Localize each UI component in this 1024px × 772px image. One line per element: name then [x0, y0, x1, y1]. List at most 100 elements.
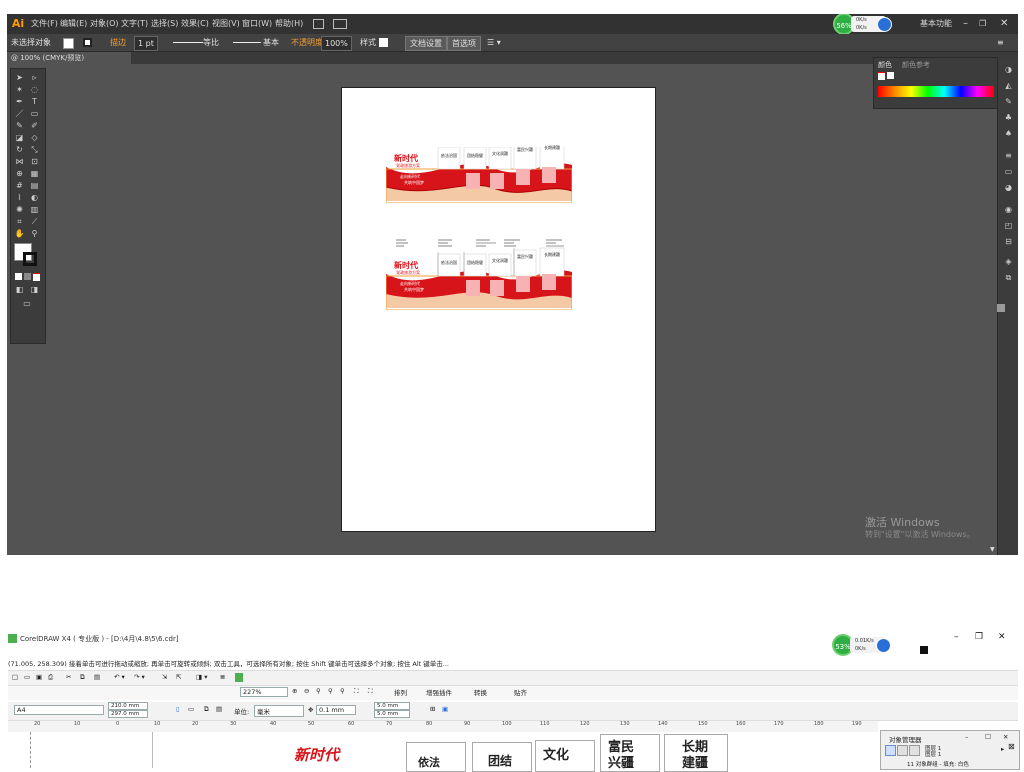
paste-icon[interactable]: ▤ [94, 673, 100, 681]
zoom-height-icon[interactable]: ⛶ [368, 687, 373, 696]
arrange-icon[interactable]: ☰ ▾ [487, 36, 501, 49]
zoom-in-icon[interactable]: ⊕ [292, 687, 297, 695]
transform-panel-icon[interactable]: ◰ [1003, 221, 1014, 230]
menu-file[interactable]: 文件(F) [31, 14, 58, 34]
convert-menu[interactable]: 转换 [474, 687, 487, 697]
page-size-select[interactable]: A4 [14, 705, 104, 715]
workspace-switcher[interactable]: 基本功能 [920, 14, 952, 34]
restore-button-2[interactable]: ❐ [975, 632, 983, 642]
stroke-color-icon[interactable] [23, 252, 37, 266]
menu-window[interactable]: 窗口(W) [242, 14, 272, 34]
page-width-field[interactable]: 210.0 mm [108, 702, 148, 710]
uniform-label[interactable]: 等比 [203, 36, 219, 49]
symbol-sprayer-tool-icon[interactable]: ✺ [14, 205, 25, 214]
brush-label[interactable]: 基本 [263, 36, 279, 49]
layer-manager-view-icon[interactable] [909, 745, 920, 756]
eyedropper-tool-icon[interactable]: ⌇ [14, 193, 25, 202]
type-tool-icon[interactable]: T [29, 97, 40, 106]
fill-swatch[interactable] [63, 38, 74, 49]
copy-icon[interactable]: ⧉ [80, 673, 85, 682]
object-group-entry[interactable]: 11 对象群组 - 填充: 白色 [907, 760, 969, 768]
free-transform-tool-icon[interactable]: ⊡ [29, 157, 40, 166]
zoom-all-icon[interactable]: ⚲ [328, 687, 333, 695]
blend-tool-icon[interactable]: ◐ [29, 193, 40, 202]
draw-behind-icon[interactable]: ◨ [29, 285, 40, 294]
bridge-icon[interactable] [313, 19, 324, 29]
stroke-panel-icon[interactable]: ≡ [1003, 151, 1014, 160]
width-tool-icon[interactable]: ⋈ [14, 157, 25, 166]
screen-mode-icon[interactable]: ▭ [20, 299, 34, 308]
zoom-out-icon[interactable]: ⊖ [304, 687, 309, 695]
menu-type[interactable]: 文字(T) [121, 14, 148, 34]
export-icon[interactable]: ⇱ [176, 673, 181, 681]
snap-menu[interactable]: 贴齐 [514, 687, 527, 697]
color-guide-tab[interactable]: 颜色参考 [902, 60, 930, 70]
menu-view[interactable]: 视图(V) [212, 14, 240, 34]
pathfinder-panel-icon[interactable]: ⊟ [1003, 237, 1014, 246]
open-icon[interactable]: ▭ [24, 673, 30, 681]
arrange-menu[interactable]: 排列 [394, 687, 407, 697]
mesh-tool-icon[interactable]: # [14, 181, 25, 190]
restore-button[interactable]: ❐ [979, 14, 986, 34]
minimize-button[interactable]: – [963, 14, 968, 34]
flyout-arrow-icon[interactable]: ▸ [1001, 745, 1004, 753]
perspective-grid-tool-icon[interactable]: ▦ [29, 169, 40, 178]
artboard-tool-icon[interactable]: ⌗ [14, 217, 25, 226]
treat-as-filled-icon[interactable]: ⊞ [430, 705, 435, 713]
vertical-scrollbar-thumb[interactable] [997, 304, 1005, 312]
opacity-label[interactable]: 不透明度 [291, 36, 323, 49]
brush-definition[interactable] [233, 42, 261, 43]
align-panel-icon[interactable]: ◉ [1003, 205, 1014, 214]
units-select[interactable]: 毫米 [254, 705, 304, 717]
artboards-panel-icon[interactable]: ⧉ [1003, 273, 1014, 282]
print-icon[interactable]: ⎙ [48, 673, 53, 682]
menu-help[interactable]: 帮助(H) [275, 14, 303, 34]
line-tool-icon[interactable]: ／ [14, 109, 25, 118]
close-button[interactable]: ✕ [1000, 14, 1008, 34]
panel-minimize-button[interactable]: – [965, 733, 968, 741]
draw-object-icon[interactable]: ▣ [442, 705, 448, 713]
preferences-button[interactable]: 首选项 [447, 36, 481, 51]
lasso-tool-icon[interactable]: ◌ [29, 85, 40, 94]
menu-effect[interactable]: 效果(C) [181, 14, 209, 34]
club-icon[interactable]: ♠ [1003, 129, 1014, 138]
rotate-tool-icon[interactable]: ↻ [14, 145, 25, 154]
magic-wand-tool-icon[interactable]: ✶ [14, 85, 25, 94]
panel-menu-icon[interactable]: ≡ [997, 36, 1004, 49]
pencil-tool-icon[interactable]: ✐ [29, 121, 40, 130]
zoom-tool-icon[interactable]: ⚲ [29, 229, 40, 238]
transparency-panel-icon[interactable]: ◕ [1003, 183, 1014, 192]
stroke-label[interactable]: 描边 [110, 36, 126, 49]
white-swatch[interactable] [887, 72, 894, 79]
arrange-documents-icon[interactable] [333, 19, 347, 29]
opacity-field[interactable]: 100% [321, 36, 352, 51]
all-pages-icon[interactable]: ⧉ [204, 705, 209, 714]
menu-select[interactable]: 选择(S) [151, 14, 178, 34]
column-graph-tool-icon[interactable]: ▥ [29, 205, 40, 214]
close-button-2[interactable]: ✕ [998, 632, 1006, 642]
drawing-canvas[interactable]: 新时代 依法 团结 文化 富民 兴疆 长期 建疆 [8, 732, 878, 772]
menu-edit[interactable]: 编辑(E) [60, 14, 87, 34]
direct-selection-tool-icon[interactable]: ▹ [29, 73, 40, 82]
save-icon[interactable]: ▣ [36, 673, 42, 681]
nudge-field[interactable]: 0.1 mm [316, 705, 356, 715]
zoom-width-icon[interactable]: ⛶ [354, 687, 359, 696]
layer-1-label-b[interactable]: 图层 1 [925, 750, 941, 758]
cut-icon[interactable]: ✂ [66, 673, 71, 681]
shape-builder-tool-icon[interactable]: ⊕ [14, 169, 25, 178]
layers-panel-icon[interactable]: ◈ [1003, 257, 1014, 266]
zoom-selected-icon[interactable]: ⚲ [316, 687, 321, 695]
stroke-swatch[interactable] [83, 38, 92, 47]
paintbrush-tool-icon[interactable]: ✎ [14, 121, 25, 130]
gradient-panel-icon[interactable]: ▭ [1003, 167, 1014, 176]
current-page-icon[interactable]: ▤ [216, 705, 222, 713]
none-mode-icon[interactable] [33, 273, 40, 281]
landscape-icon[interactable]: ▭ [188, 705, 194, 713]
zoom-level-field[interactable]: 227% [240, 687, 288, 697]
appearance-icon[interactable]: ◑ [1003, 65, 1014, 74]
color-tab[interactable]: 颜色 [878, 60, 892, 70]
graphic-styles-icon[interactable]: ◭ [1003, 81, 1014, 90]
publish-icon[interactable] [235, 673, 243, 682]
plugin-menu[interactable]: 增强插件 [426, 687, 452, 697]
duplicate-y-field[interactable]: 5.0 mm [374, 710, 410, 718]
